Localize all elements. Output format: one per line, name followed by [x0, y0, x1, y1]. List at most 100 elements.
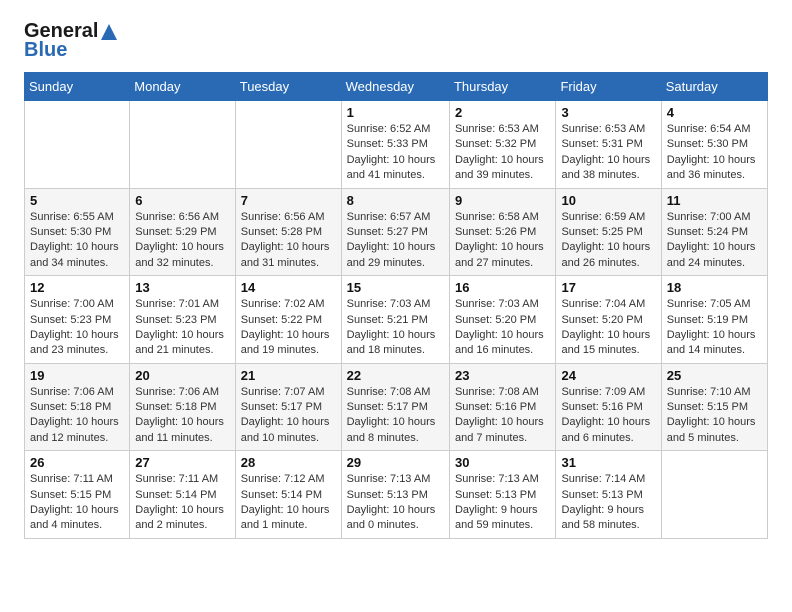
day-cell: 30Sunrise: 7:13 AM Sunset: 5:13 PM Dayli… — [449, 451, 556, 539]
day-info: Sunrise: 7:11 AM Sunset: 5:15 PM Dayligh… — [30, 472, 124, 534]
day-cell — [235, 101, 341, 189]
day-header-wednesday: Wednesday — [341, 73, 449, 101]
day-cell: 14 Sunrise: 7:02 AM Sunset: 5:22 PM Dayli… — [235, 276, 341, 364]
day-cell: 28 Sunrise: 7:12 AM Sunset: 5:14 PM Dayli… — [235, 451, 341, 539]
day-cell: 24Sunrise: 7:09 AM Sunset: 5:16 PM Dayli… — [556, 363, 661, 451]
day-info: Sunrise: 6:53 AM Sunset: 5:31 PM Dayligh… — [561, 122, 655, 184]
day-number: 23 — [455, 368, 551, 383]
logo-blue: Blue — [24, 39, 67, 62]
day-cell — [25, 101, 130, 189]
day-header-sunday: Sunday — [25, 73, 130, 101]
day-header-tuesday: Tuesday — [235, 73, 341, 101]
day-number: 26 — [30, 455, 124, 470]
week-row-2: 5Sunrise: 6:55 AM Sunset: 5:30 PM Daylig… — [25, 188, 768, 276]
day-header-friday: Friday — [556, 73, 661, 101]
day-info: Sunrise: 7:01 AM Sunset: 5:23 PM Dayligh… — [135, 297, 229, 359]
day-number: 10 — [561, 193, 655, 208]
day-info: Sunrise: 7:07 AM Sunset: 5:17 PM Dayligh… — [241, 385, 336, 447]
day-number: 29 — [347, 455, 444, 470]
day-cell: 17Sunrise: 7:04 AM Sunset: 5:20 PM Dayli… — [556, 276, 661, 364]
day-number: 6 — [135, 193, 229, 208]
day-cell: 5Sunrise: 6:55 AM Sunset: 5:30 PM Daylig… — [25, 188, 130, 276]
day-cell: 22 Sunrise: 7:08 AM Sunset: 5:17 PM Dayli… — [341, 363, 449, 451]
logo: General Blue — [24, 20, 118, 62]
day-number: 25 — [667, 368, 762, 383]
day-number: 15 — [347, 280, 444, 295]
day-info: Sunrise: 7:12 AM Sunset: 5:14 PM Dayligh… — [241, 472, 336, 534]
day-number: 7 — [241, 193, 336, 208]
day-number: 12 — [30, 280, 124, 295]
day-cell: 12 Sunrise: 7:00 AM Sunset: 5:23 PM Dayli… — [25, 276, 130, 364]
day-cell: 2Sunrise: 6:53 AM Sunset: 5:32 PM Daylig… — [449, 101, 556, 189]
day-cell: 25 Sunrise: 7:10 AM Sunset: 5:15 PM Dayli… — [661, 363, 767, 451]
day-info: Sunrise: 6:57 AM Sunset: 5:27 PM Dayligh… — [347, 210, 444, 272]
day-cell: 10Sunrise: 6:59 AM Sunset: 5:25 PM Dayli… — [556, 188, 661, 276]
week-row-4: 19 Sunrise: 7:06 AM Sunset: 5:18 PM Dayli… — [25, 363, 768, 451]
day-header-thursday: Thursday — [449, 73, 556, 101]
day-number: 8 — [347, 193, 444, 208]
day-info: Sunrise: 7:13 AM Sunset: 5:13 PM Dayligh… — [347, 472, 444, 534]
day-number: 18 — [667, 280, 762, 295]
calendar-table: SundayMondayTuesdayWednesdayThursdayFrid… — [24, 72, 768, 539]
day-info: Sunrise: 7:11 AM Sunset: 5:14 PM Dayligh… — [135, 472, 229, 534]
day-number: 30 — [455, 455, 551, 470]
day-number: 1 — [347, 105, 444, 120]
day-number: 14 — [241, 280, 336, 295]
day-header-saturday: Saturday — [661, 73, 767, 101]
day-number: 11 — [667, 193, 762, 208]
day-cell: 13 Sunrise: 7:01 AM Sunset: 5:23 PM Dayli… — [130, 276, 235, 364]
day-info: Sunrise: 7:06 AM Sunset: 5:18 PM Dayligh… — [135, 385, 229, 447]
day-info: Sunrise: 7:08 AM Sunset: 5:16 PM Dayligh… — [455, 385, 551, 447]
day-number: 31 — [561, 455, 655, 470]
day-number: 17 — [561, 280, 655, 295]
day-info: Sunrise: 7:00 AM Sunset: 5:23 PM Dayligh… — [30, 297, 124, 359]
day-cell: 9 Sunrise: 6:58 AM Sunset: 5:26 PM Daylig… — [449, 188, 556, 276]
day-number: 21 — [241, 368, 336, 383]
header-row: SundayMondayTuesdayWednesdayThursdayFrid… — [25, 73, 768, 101]
day-info: Sunrise: 6:53 AM Sunset: 5:32 PM Dayligh… — [455, 122, 551, 184]
week-row-5: 26 Sunrise: 7:11 AM Sunset: 5:15 PM Dayli… — [25, 451, 768, 539]
day-cell: 19 Sunrise: 7:06 AM Sunset: 5:18 PM Dayli… — [25, 363, 130, 451]
logo-icon — [100, 23, 118, 41]
day-number: 19 — [30, 368, 124, 383]
week-row-3: 12 Sunrise: 7:00 AM Sunset: 5:23 PM Dayli… — [25, 276, 768, 364]
day-cell: 1Sunrise: 6:52 AM Sunset: 5:33 PM Daylig… — [341, 101, 449, 189]
week-row-1: 1Sunrise: 6:52 AM Sunset: 5:33 PM Daylig… — [25, 101, 768, 189]
day-number: 13 — [135, 280, 229, 295]
day-number: 20 — [135, 368, 229, 383]
day-cell: 21 Sunrise: 7:07 AM Sunset: 5:17 PM Dayli… — [235, 363, 341, 451]
day-info: Sunrise: 7:05 AM Sunset: 5:19 PM Dayligh… — [667, 297, 762, 359]
day-info: Sunrise: 7:10 AM Sunset: 5:15 PM Dayligh… — [667, 385, 762, 447]
day-number: 16 — [455, 280, 551, 295]
day-number: 4 — [667, 105, 762, 120]
day-info: Sunrise: 6:56 AM Sunset: 5:29 PM Dayligh… — [135, 210, 229, 272]
day-info: Sunrise: 7:00 AM Sunset: 5:24 PM Dayligh… — [667, 210, 762, 272]
day-cell: 15 Sunrise: 7:03 AM Sunset: 5:21 PM Dayli… — [341, 276, 449, 364]
day-header-monday: Monday — [130, 73, 235, 101]
day-info: Sunrise: 6:58 AM Sunset: 5:26 PM Dayligh… — [455, 210, 551, 272]
day-info: Sunrise: 7:03 AM Sunset: 5:20 PM Dayligh… — [455, 297, 551, 359]
day-number: 3 — [561, 105, 655, 120]
day-cell: 18 Sunrise: 7:05 AM Sunset: 5:19 PM Dayli… — [661, 276, 767, 364]
day-cell: 31 Sunrise: 7:14 AM Sunset: 5:13 PM Dayli… — [556, 451, 661, 539]
day-cell: 23 Sunrise: 7:08 AM Sunset: 5:16 PM Dayli… — [449, 363, 556, 451]
day-number: 27 — [135, 455, 229, 470]
day-info: Sunrise: 6:54 AM Sunset: 5:30 PM Dayligh… — [667, 122, 762, 184]
day-cell: 29 Sunrise: 7:13 AM Sunset: 5:13 PM Dayli… — [341, 451, 449, 539]
day-info: Sunrise: 7:14 AM Sunset: 5:13 PM Dayligh… — [561, 472, 655, 534]
day-info: Sunrise: 7:02 AM Sunset: 5:22 PM Dayligh… — [241, 297, 336, 359]
day-cell: 8 Sunrise: 6:57 AM Sunset: 5:27 PM Daylig… — [341, 188, 449, 276]
day-cell: 6 Sunrise: 6:56 AM Sunset: 5:29 PM Daylig… — [130, 188, 235, 276]
day-number: 9 — [455, 193, 551, 208]
day-number: 28 — [241, 455, 336, 470]
day-cell: 7 Sunrise: 6:56 AM Sunset: 5:28 PM Daylig… — [235, 188, 341, 276]
day-cell: 11 Sunrise: 7:00 AM Sunset: 5:24 PM Dayli… — [661, 188, 767, 276]
day-info: Sunrise: 7:06 AM Sunset: 5:18 PM Dayligh… — [30, 385, 124, 447]
day-number: 22 — [347, 368, 444, 383]
day-info: Sunrise: 7:08 AM Sunset: 5:17 PM Dayligh… — [347, 385, 444, 447]
day-cell: 20 Sunrise: 7:06 AM Sunset: 5:18 PM Dayli… — [130, 363, 235, 451]
day-cell: 3 Sunrise: 6:53 AM Sunset: 5:31 PM Daylig… — [556, 101, 661, 189]
day-info: Sunrise: 6:56 AM Sunset: 5:28 PM Dayligh… — [241, 210, 336, 272]
header: General Blue — [24, 20, 768, 62]
day-info: Sunrise: 7:03 AM Sunset: 5:21 PM Dayligh… — [347, 297, 444, 359]
